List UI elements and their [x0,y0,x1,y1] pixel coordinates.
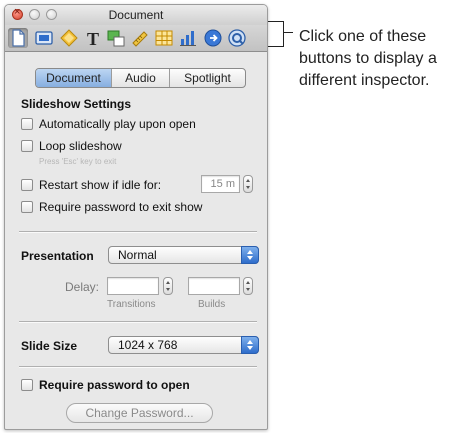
tab-document[interactable]: Document [36,69,111,87]
loop-slideshow-label: Loop slideshow [39,139,122,153]
quicktime-inspector-icon[interactable] [227,28,247,48]
chart-inspector-icon[interactable] [178,28,198,48]
inspector-tabs: Document Audio Spotlight [35,68,246,88]
callout-bracket [268,21,284,47]
builds-delay-stepper[interactable] [243,277,253,295]
callout-line: buttons to display a [299,50,437,67]
transitions-delay-stepper[interactable] [163,277,173,295]
divider [19,321,257,323]
divider [19,366,257,368]
checkbox-box[interactable] [21,201,33,213]
auto-play-checkbox[interactable]: Automatically play upon open [21,117,196,131]
delay-label: Delay: [65,280,100,294]
callout-text: Click one of these buttons to display a … [299,26,466,92]
popup-arrows-icon [241,336,259,354]
document-inspector-icon[interactable] [8,28,28,48]
restart-idle-label: Restart show if idle for: [39,178,162,192]
require-password-open-checkbox[interactable]: Require password to open [21,378,190,392]
checkbox-box[interactable] [21,118,33,130]
popup-arrows-icon [241,246,259,264]
slide-inspector-icon[interactable] [34,28,54,48]
table-inspector-icon[interactable] [154,28,174,48]
loop-hint: Press 'Esc' key to exit [39,157,117,166]
slideshow-settings-heading: Slideshow Settings [21,97,132,111]
require-password-exit-checkbox[interactable]: Require password to exit show [21,200,202,214]
presentation-value: Normal [118,248,157,262]
loop-slideshow-checkbox[interactable]: Loop slideshow [21,139,122,153]
presentation-label: Presentation [21,249,94,263]
idle-time-field[interactable]: 15 m [201,175,240,193]
transitions-delay-field[interactable] [107,277,159,295]
graphic-inspector-icon[interactable] [106,28,126,48]
hyperlink-inspector-icon[interactable] [203,28,223,48]
slide-size-label: Slide Size [21,339,78,353]
inspector-window: Document T Do [4,4,268,430]
change-password-button[interactable]: Change Password... [66,403,213,423]
checkbox-box[interactable] [21,140,33,152]
metrics-inspector-icon[interactable] [130,28,150,48]
callout-leader-line [284,32,293,33]
callout-line: Click one of these [299,28,427,45]
checkbox-box[interactable] [21,179,33,191]
presentation-popup[interactable]: Normal [108,246,259,264]
divider [19,231,257,233]
builds-label: Builds [198,299,226,310]
callout-line: different inspector. [299,72,430,89]
checkbox-box[interactable] [21,379,33,391]
title-bar[interactable]: Document [5,5,267,25]
text-inspector-icon[interactable]: T [83,28,103,48]
builds-delay-field[interactable] [188,277,240,295]
tab-audio[interactable]: Audio [111,69,169,87]
slide-size-value: 1024 x 768 [118,338,178,352]
inspector-toolbar: T [5,25,267,52]
svg-text:T: T [87,29,99,48]
require-password-exit-label: Require password to exit show [39,200,203,214]
tab-spotlight[interactable]: Spotlight [169,69,245,87]
auto-play-label: Automatically play upon open [39,117,196,131]
restart-idle-checkbox[interactable]: Restart show if idle for: [21,178,161,192]
transitions-label: Transitions [107,299,156,310]
require-password-open-label: Require password to open [39,378,190,392]
build-inspector-icon[interactable] [59,28,79,48]
slide-size-popup[interactable]: 1024 x 768 [108,336,259,354]
window-title: Document [108,8,164,22]
idle-time-stepper[interactable] [243,175,253,193]
